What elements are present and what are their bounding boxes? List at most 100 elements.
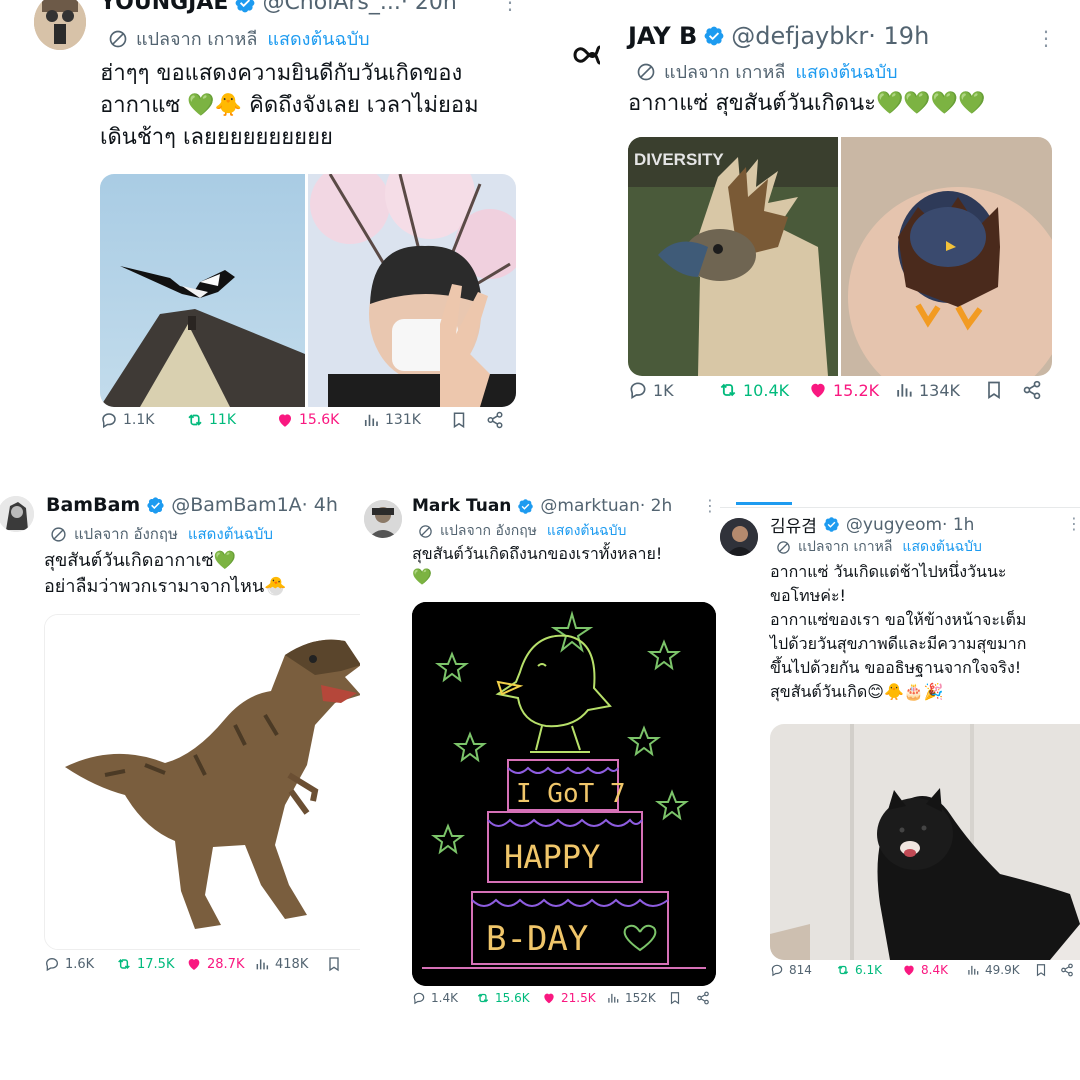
share-icon[interactable] xyxy=(486,411,504,429)
reply-button[interactable]: 814 xyxy=(770,963,812,977)
more-options-icon[interactable]: ⋮ xyxy=(702,498,718,514)
bookmark-icon[interactable] xyxy=(984,380,1004,400)
bookmark-icon[interactable] xyxy=(668,991,682,1005)
tweet-text-line: ขึ้นไปด้วยกัน ขออธิษฐานจากใจจริง! xyxy=(770,658,1022,677)
like-button[interactable]: 28.7K xyxy=(186,956,244,972)
share-icon[interactable] xyxy=(696,991,710,1005)
bookmark-icon[interactable] xyxy=(326,956,342,972)
translated-from-label: แปลจาก เกาหลี xyxy=(136,29,258,50)
author-handle[interactable]: @yugyeom xyxy=(846,515,942,535)
tweet-time[interactable]: · 1h xyxy=(942,515,974,535)
bookmark-icon[interactable] xyxy=(1034,963,1048,977)
author-handle[interactable]: @marktuan xyxy=(540,496,639,516)
tweet-jayb[interactable]: JAY B @defjaybkr · 19h ⋮ แปลจาก เกาหลี แ… xyxy=(552,0,1080,432)
tweet-header: YOUNGJAE @ChoiArs_... · 20h xyxy=(100,0,457,15)
views-icon xyxy=(254,956,270,972)
eagle-photo[interactable]: DIVERSITY xyxy=(628,137,1052,376)
like-count: 15.6K xyxy=(299,412,340,428)
avatar[interactable] xyxy=(572,42,602,75)
tweet-media[interactable] xyxy=(770,724,1080,960)
views-button[interactable]: 131K xyxy=(362,411,421,429)
like-button[interactable]: 8.4K xyxy=(902,963,948,977)
retweet-button[interactable]: 6.1K xyxy=(836,963,882,977)
cake-text-middle: HAPPY xyxy=(504,838,600,876)
tweet-media[interactable] xyxy=(100,174,516,407)
reply-count: 814 xyxy=(789,963,812,977)
sign-text: DIVERSITY xyxy=(634,150,724,169)
author-name[interactable]: BamBam xyxy=(46,494,140,516)
author-name[interactable]: 김유겸 xyxy=(770,512,817,537)
tweet-text: อากาแซ่ วันเกิดแต่ช้าไปหนึ่งวันนะ ขอโทษค… xyxy=(770,560,1076,704)
views-button[interactable]: 134K xyxy=(894,380,960,400)
tweet-time[interactable]: · 4h xyxy=(302,494,338,516)
reply-button[interactable]: 1K xyxy=(628,380,674,400)
avatar[interactable] xyxy=(720,518,758,556)
show-original-link[interactable]: แสดงต้นฉบับ xyxy=(902,536,981,558)
magpie-photo[interactable] xyxy=(100,174,516,407)
avatar[interactable] xyxy=(364,500,402,538)
author-name[interactable]: Mark Tuan xyxy=(412,496,511,516)
retweet-button[interactable]: 10.4K xyxy=(718,380,789,400)
retweet-button[interactable]: 11K xyxy=(186,411,236,429)
share-icon[interactable] xyxy=(1060,963,1074,977)
translate-icon xyxy=(50,526,67,543)
dinosaur-image[interactable] xyxy=(45,615,360,950)
views-button[interactable]: 49.9K xyxy=(966,963,1020,977)
cake-drawing[interactable]: I GoT 7 HAPPY B-DAY xyxy=(412,602,716,986)
retweet-button[interactable]: 15.6K xyxy=(476,991,530,1005)
heart-icon xyxy=(276,411,294,429)
retweet-button[interactable]: 17.5K xyxy=(116,956,174,972)
tweet-mark[interactable]: Mark Tuan @marktuan · 2h ⋮ แปลจาก อังกฤษ… xyxy=(362,484,718,1024)
dog-photo[interactable] xyxy=(770,724,1080,960)
author-handle[interactable]: @ChoiArs_... xyxy=(262,0,400,15)
show-original-link[interactable]: แสดงต้นฉบับ xyxy=(267,24,369,53)
views-button[interactable]: 418K xyxy=(254,956,308,972)
tweet-youngjae[interactable]: YOUNGJAE @ChoiArs_... · 20h ⋮ แปลจาก เกา… xyxy=(0,0,540,432)
translated-from-label: แปลจาก อังกฤษ xyxy=(74,525,178,543)
tweet-media[interactable]: DIVERSITY xyxy=(628,137,1052,376)
author-handle[interactable]: @BamBam1A xyxy=(171,494,301,516)
cake-text-bottom: B-DAY xyxy=(486,919,588,959)
retweet-icon xyxy=(476,991,490,1005)
like-button[interactable]: 21.5K xyxy=(542,991,596,1005)
tweet-yugyeom[interactable]: 김유겸 @yugyeom · 1h ⋮ แปลจาก เกาหลี แสดงต้… xyxy=(718,508,1080,1008)
author-name[interactable]: YOUNGJAE xyxy=(100,0,228,15)
tweet-bambam[interactable]: BamBam @BamBam1A · 4h แปลจาก อังกฤษ แสดง… xyxy=(0,484,360,1004)
view-count: 131K xyxy=(385,412,421,428)
more-options-icon[interactable]: ⋮ xyxy=(1036,28,1056,48)
tweet-media[interactable] xyxy=(44,614,360,950)
tweet-media[interactable]: I GoT 7 HAPPY B-DAY xyxy=(412,602,716,986)
reply-button[interactable]: 1.4K xyxy=(412,991,458,1005)
view-count: 152K xyxy=(625,991,656,1005)
tweet-time[interactable]: · 19h xyxy=(868,22,929,50)
translation-row: แปลจาก เกาหลี แสดงต้นฉบับ xyxy=(776,536,982,558)
views-button[interactable]: 152K xyxy=(606,991,656,1005)
author-handle[interactable]: @defjaybkr xyxy=(731,22,868,50)
more-options-icon[interactable]: ⋮ xyxy=(1066,516,1080,532)
reply-button[interactable]: 1.1K xyxy=(100,411,154,429)
tweet-time[interactable]: · 20h xyxy=(401,0,457,15)
author-name[interactable]: JAY B xyxy=(628,22,697,50)
tweet-time[interactable]: · 2h xyxy=(640,496,672,516)
heart-icon xyxy=(808,380,828,400)
reply-count: 1.1K xyxy=(123,412,155,428)
like-button[interactable]: 15.2K xyxy=(808,380,879,400)
like-count: 15.2K xyxy=(833,380,880,400)
show-original-link[interactable]: แสดงต้นฉบับ xyxy=(188,522,273,546)
translate-icon xyxy=(636,62,656,82)
show-original-link[interactable]: แสดงต้นฉบับ xyxy=(795,57,897,86)
share-icon[interactable] xyxy=(1022,380,1042,400)
bookmark-icon[interactable] xyxy=(450,411,468,429)
show-original-link[interactable]: แสดงต้นฉบับ xyxy=(547,520,626,542)
avatar[interactable] xyxy=(34,0,86,50)
view-count: 49.9K xyxy=(985,963,1020,977)
more-options-icon[interactable]: ⋮ xyxy=(500,0,520,12)
reply-count: 1.4K xyxy=(431,991,458,1005)
avatar[interactable] xyxy=(0,496,34,532)
like-button[interactable]: 15.6K xyxy=(276,411,339,429)
like-count: 8.4K xyxy=(921,963,948,977)
tweet-header: JAY B @defjaybkr · 19h xyxy=(628,22,929,50)
heart-icon xyxy=(186,956,202,972)
retweet-icon xyxy=(186,411,204,429)
reply-button[interactable]: 1.6K xyxy=(44,956,94,972)
